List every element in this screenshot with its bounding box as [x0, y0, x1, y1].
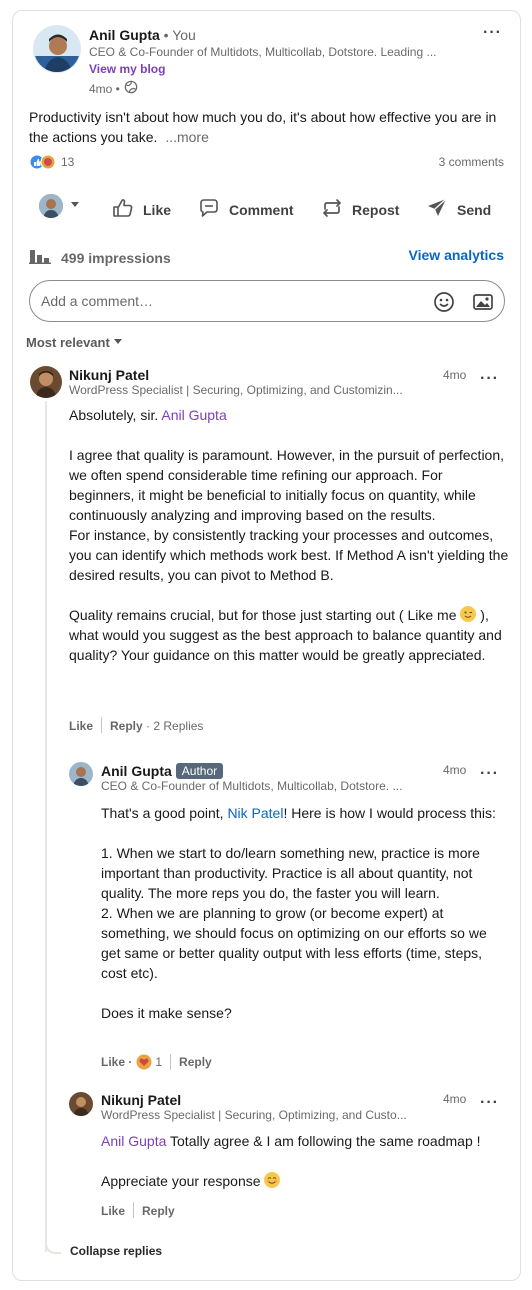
- sort-label: Most relevant: [26, 335, 110, 350]
- caret-down-icon: [112, 335, 124, 350]
- reply-closing: Does it make sense?: [101, 1005, 232, 1021]
- reply-more-menu-icon[interactable]: ···: [480, 1095, 499, 1111]
- author-you: • You: [163, 27, 196, 43]
- comment-input-placeholder[interactable]: Add a comment…: [41, 293, 153, 309]
- reply-author-headline: CEO & Co-Founder of Multidots, Multicoll…: [101, 779, 403, 793]
- send-icon: [425, 196, 449, 223]
- reaction-heart-icon: [136, 1054, 152, 1070]
- reply-body: That's a good point, Nik Patel! Here is …: [101, 803, 509, 1023]
- reaction-count[interactable]: 1: [155, 1054, 162, 1070]
- reaction-icons: [29, 154, 57, 170]
- comment-composer[interactable]: Add a comment…: [29, 280, 505, 322]
- reply-like-button[interactable]: Like ·: [101, 1054, 132, 1070]
- reply-actions: Like · 1 Reply: [101, 1054, 212, 1070]
- reply-more-menu-icon[interactable]: ···: [480, 766, 499, 782]
- reaction-summary[interactable]: 13: [29, 154, 74, 170]
- winking-face-icon: [460, 606, 477, 622]
- view-analytics-link[interactable]: View analytics: [409, 247, 504, 263]
- commenter-name[interactable]: Nikunj Patel: [69, 367, 149, 383]
- comment-paragraph: Quality remains crucial, but for those j…: [69, 606, 502, 663]
- replies-count[interactable]: · 2 Replies: [146, 719, 203, 733]
- thumbs-up-icon: [111, 196, 135, 223]
- comment-more-menu-icon[interactable]: ···: [480, 371, 499, 387]
- bar-chart-icon: [29, 246, 51, 269]
- reply-actions: Like Reply: [101, 1202, 175, 1219]
- reply-age: 4mo: [443, 1092, 467, 1106]
- actor-avatar: [39, 194, 63, 218]
- image-icon[interactable]: [471, 290, 495, 319]
- author-avatar[interactable]: [33, 25, 81, 73]
- comment-reply-button[interactable]: Reply: [110, 719, 143, 733]
- comment-intro: Absolutely, sir. Anil Gupta: [69, 407, 227, 423]
- reply-author-name[interactable]: Nikunj Patel: [101, 1092, 181, 1108]
- divider: [133, 1202, 135, 1218]
- impressions-count: 499 impressions: [61, 249, 171, 266]
- reply-intro: That's a good point, Nik Patel! Here is …: [101, 805, 496, 821]
- view-blog-link[interactable]: View my blog: [89, 61, 165, 77]
- post-text: Productivity isn't about how much you do…: [29, 107, 509, 147]
- repost-label: Repost: [352, 201, 400, 218]
- reply-age: 4mo: [443, 763, 467, 777]
- like-label: Like: [143, 201, 172, 218]
- author-name[interactable]: Anil Gupta: [89, 27, 160, 43]
- thread-elbow: [45, 1239, 61, 1254]
- reply-author-avatar[interactable]: [69, 1092, 93, 1116]
- emoji-icon[interactable]: [432, 290, 456, 319]
- reply-reply-button[interactable]: Reply: [142, 1204, 175, 1218]
- repost-icon: [320, 196, 344, 223]
- reply-author-headline: WordPress Specialist | Securing, Optimiz…: [101, 1108, 407, 1122]
- thread-line: [45, 401, 47, 1252]
- impressions-row[interactable]: 499 impressions: [29, 246, 171, 269]
- reply-like-button[interactable]: Like: [101, 1204, 125, 1218]
- collapse-replies-button[interactable]: Collapse replies: [70, 1244, 162, 1258]
- author-badge: Author: [175, 763, 224, 779]
- comment-age: 4mo: [443, 368, 467, 382]
- comment-button[interactable]: Comment: [197, 196, 294, 223]
- actor-switcher[interactable]: [39, 194, 81, 218]
- comment-icon: [197, 196, 221, 223]
- comment-paragraph: I agree that quality is paramount. Howev…: [69, 447, 505, 523]
- like-button[interactable]: Like: [111, 196, 171, 223]
- repost-button[interactable]: Repost: [320, 196, 399, 223]
- commenter-headline: WordPress Specialist | Securing, Optimiz…: [69, 383, 403, 397]
- sort-dropdown[interactable]: Most relevant: [26, 335, 124, 350]
- comment-label: Comment: [229, 201, 294, 218]
- see-more-link[interactable]: ...more: [165, 129, 209, 145]
- post-body: Productivity isn't about how much you do…: [29, 109, 497, 145]
- reply-author-name[interactable]: Anil Gupta: [101, 763, 172, 779]
- author-line: Anil Gupta • You: [89, 26, 196, 44]
- comments-count[interactable]: 3 comments: [439, 155, 504, 169]
- post-age: 4mo •: [89, 82, 120, 96]
- reply-point: 2. When we are planning to grow (or beco…: [101, 905, 487, 981]
- post-meta: 4mo •: [89, 80, 138, 98]
- commenter-avatar[interactable]: [30, 366, 62, 398]
- reply-line: Anil Gupta Totally agree & I am followin…: [101, 1133, 481, 1149]
- comment-paragraph: For instance, by consistently tracking y…: [69, 527, 509, 583]
- mention-link[interactable]: Anil Gupta: [101, 1133, 166, 1149]
- divider: [101, 717, 103, 733]
- reply-body: Anil Gupta Totally agree & I am followin…: [101, 1131, 509, 1191]
- globe-icon: [124, 80, 138, 98]
- comment-like-button[interactable]: Like: [69, 719, 93, 733]
- send-label: Send: [457, 201, 492, 218]
- author-headline: CEO & Co-Founder of Multidots, Multicoll…: [89, 45, 437, 59]
- reply-line: Appreciate your response: [101, 1171, 509, 1191]
- caret-down-icon: [69, 197, 81, 215]
- comment-actions: Like Reply · 2 Replies: [69, 717, 203, 734]
- mention-link[interactable]: Anil Gupta: [161, 407, 226, 423]
- reply-author-avatar[interactable]: [69, 762, 93, 786]
- send-button[interactable]: Send: [425, 196, 491, 223]
- mention-link[interactable]: Nik Patel: [227, 805, 283, 821]
- reply-point: 1. When we start to do/learn something n…: [101, 845, 480, 901]
- divider: [170, 1054, 172, 1070]
- reactions-count: 13: [61, 155, 75, 169]
- comment-body: Absolutely, sir. Anil Gupta I agree that…: [69, 405, 509, 665]
- reply-reply-button[interactable]: Reply: [179, 1054, 212, 1070]
- smiling-face-icon: [264, 1172, 281, 1188]
- post-more-menu-icon[interactable]: ···: [483, 25, 502, 41]
- post-card: Anil Gupta • You CEO & Co-Founder of Mul…: [12, 10, 521, 1281]
- reply-author-line: Anil Gupta Author: [101, 763, 224, 779]
